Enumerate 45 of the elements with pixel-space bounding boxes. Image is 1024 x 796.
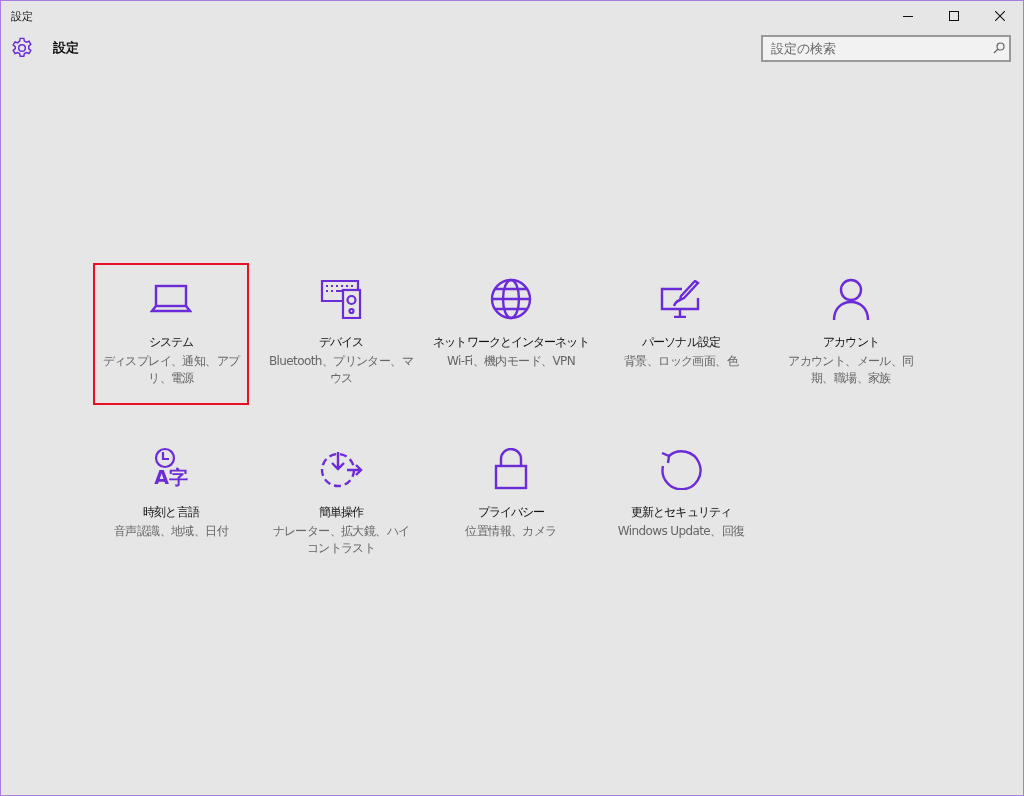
tile-description: Windows Update、回復 bbox=[616, 523, 746, 540]
circular-arrow-icon bbox=[659, 448, 703, 490]
settings-icon bbox=[11, 37, 33, 59]
settings-tile[interactable]: 更新とセキュリティ Windows Update、回復 bbox=[603, 433, 759, 575]
tile-description: 位置情報、カメラ bbox=[464, 523, 558, 540]
tile-label: 簡単操作 bbox=[318, 504, 364, 521]
person-icon bbox=[831, 278, 871, 320]
settings-tile[interactable]: システム ディスプレイ、通知、アプリ、電源 bbox=[93, 263, 249, 405]
search-icon[interactable] bbox=[993, 41, 1005, 54]
language-glyph: A字 bbox=[154, 467, 188, 487]
settings-tile[interactable]: ネットワークとインターネット Wi-Fi、機内モード、VPN bbox=[433, 263, 589, 405]
tile-label: システム bbox=[148, 334, 194, 351]
window-title: 設定 bbox=[11, 8, 33, 24]
tile-label: 時刻と言語 bbox=[143, 504, 199, 521]
minimize-icon[interactable] bbox=[903, 15, 913, 17]
clock-icon bbox=[154, 447, 177, 469]
tile-label: 更新とセキュリティ bbox=[631, 504, 731, 521]
tile-label: アカウント bbox=[823, 334, 879, 351]
tile-label: プライバシー bbox=[477, 504, 545, 521]
tile-description: Wi-Fi、機内モード、VPN bbox=[445, 353, 577, 370]
tile-description: ナレーター、拡大鏡、ハイコントラスト bbox=[271, 523, 411, 557]
tile-label: パーソナル設定 bbox=[642, 334, 720, 351]
settings-tile[interactable]: A字 時刻と言語 音声認識、地域、日付 bbox=[93, 433, 249, 575]
tile-description: 音声認識、地域、日付 bbox=[113, 523, 230, 540]
maximize-icon[interactable] bbox=[949, 11, 959, 21]
page-title: 設定 bbox=[53, 39, 79, 57]
tile-label: ネットワークとインターネット bbox=[433, 334, 589, 351]
settings-tile[interactable]: 簡単操作 ナレーター、拡大鏡、ハイコントラスト bbox=[263, 433, 419, 575]
tile-label: デバイス bbox=[318, 334, 364, 351]
dashed-circle-arrow-icon bbox=[319, 449, 363, 489]
tile-description: Bluetooth、プリンター、マウス bbox=[267, 353, 415, 387]
search-field[interactable]: 設定の検索 bbox=[761, 34, 1011, 62]
settings-tile[interactable]: プライバシー 位置情報、カメラ bbox=[433, 433, 589, 575]
tile-description: 背景、ロック画面、色 bbox=[623, 353, 740, 370]
padlock-icon bbox=[494, 448, 528, 490]
monitor-brush-icon bbox=[660, 280, 702, 318]
laptop-icon bbox=[150, 284, 192, 314]
globe-icon bbox=[490, 278, 532, 320]
keyboard-speaker-icon bbox=[320, 279, 362, 319]
tile-description: アカウント、メール、同期、職場、家族 bbox=[787, 353, 915, 387]
settings-tile[interactable]: デバイス Bluetooth、プリンター、マウス bbox=[263, 263, 419, 405]
settings-tile[interactable]: アカウント アカウント、メール、同期、職場、家族 bbox=[773, 263, 929, 405]
settings-tile[interactable]: パーソナル設定 背景、ロック画面、色 bbox=[603, 263, 759, 405]
tile-description: ディスプレイ、通知、アプリ、電源 bbox=[101, 353, 242, 387]
close-icon[interactable] bbox=[995, 11, 1005, 21]
